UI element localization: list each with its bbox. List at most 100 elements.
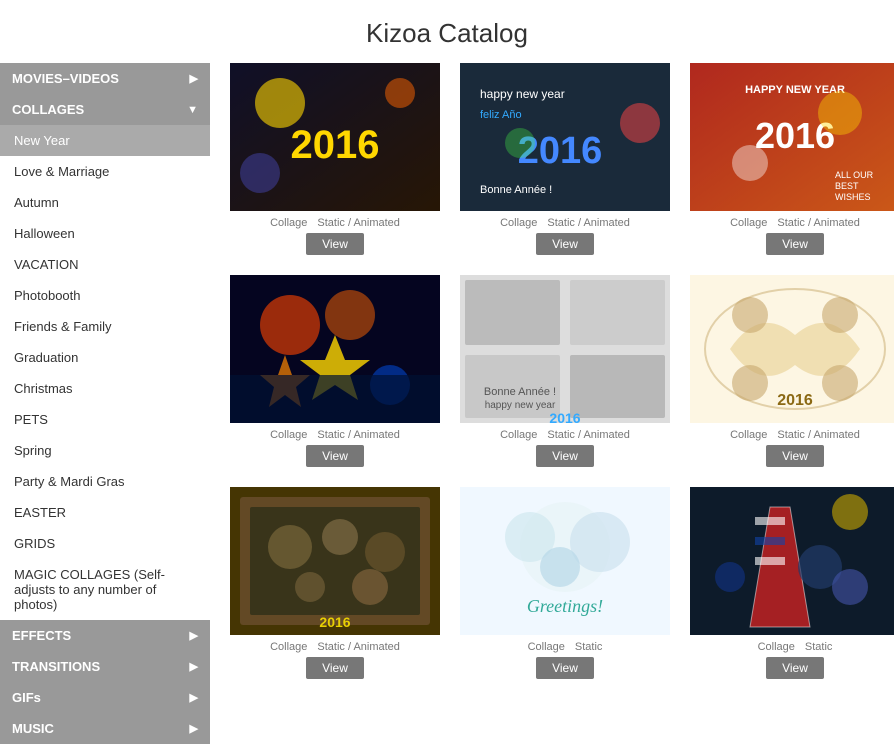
view-button-7[interactable]: View <box>306 657 364 679</box>
collage-image-8: Greetings! <box>460 487 670 635</box>
arrow-icon: ▶ <box>190 722 198 735</box>
card-view-row: View <box>766 233 824 255</box>
view-button-5[interactable]: View <box>536 445 594 467</box>
svg-text:ALL OUR: ALL OUR <box>835 170 874 180</box>
card-type-label: Collage <box>758 641 795 653</box>
card-view-row: View <box>306 445 364 467</box>
card-view-row: View <box>536 233 594 255</box>
svg-text:happy new year: happy new year <box>480 87 565 101</box>
card-info-4: CollageStatic / Animated <box>270 429 400 441</box>
view-button-8[interactable]: View <box>536 657 594 679</box>
svg-text:WISHES: WISHES <box>835 192 871 202</box>
sidebar-label: EFFECTS <box>12 628 71 643</box>
svg-text:Bonne Année !: Bonne Année ! <box>480 184 552 196</box>
collage-card-3: HAPPY NEW YEAR 2016 ALL OUR BEST WISHES … <box>690 63 894 255</box>
collage-card-7: 2016 CollageStatic / AnimatedView <box>230 487 440 679</box>
sidebar-label: Autumn <box>14 195 59 210</box>
card-info-1: Collage Static / Animated <box>270 217 400 229</box>
sidebar: MOVIES–VIDEOS▶COLLAGES▼ New Year Love & Ma… <box>0 63 210 744</box>
collage-image-7: 2016 <box>230 487 440 635</box>
card-info-6: Collage Static / Animated <box>730 429 860 441</box>
view-button-4[interactable]: View <box>306 445 364 467</box>
sidebar-label: Party & Mardi Gras <box>14 474 125 489</box>
sidebar-item-vacation[interactable]: VACATION <box>0 249 210 280</box>
card-animation-type: Static <box>805 641 833 653</box>
sidebar-item-love-marriage[interactable]: Love & Marriage <box>0 156 210 187</box>
card-view-row: View <box>536 657 594 679</box>
svg-text:feliz Año: feliz Año <box>480 109 522 121</box>
page-title: Kizoa Catalog <box>0 0 894 63</box>
card-animation-type: Static / Animated <box>547 429 630 441</box>
sidebar-label: Love & Marriage <box>14 164 109 179</box>
svg-text:Bonne Année !: Bonne Année ! <box>484 386 556 398</box>
card-view-row: View <box>766 445 824 467</box>
svg-text:Greetings!: Greetings! <box>527 596 603 616</box>
card-type-label: Collage <box>500 429 537 441</box>
card-info-9: Collage Static <box>758 641 833 653</box>
collage-card-4: CollageStatic / Animated View <box>230 275 440 467</box>
card-animation-type: Static / Animated <box>317 641 400 653</box>
collage-image-2: happy new year feliz Año 2016 Bonne Anné… <box>460 63 670 211</box>
collage-image-3: HAPPY NEW YEAR 2016 ALL OUR BEST WISHES <box>690 63 894 211</box>
card-type-label: Collage <box>270 429 307 441</box>
sidebar-item-spring[interactable]: Spring <box>0 435 210 466</box>
view-button-2[interactable]: View <box>536 233 594 255</box>
sidebar-item-grids[interactable]: GRIDS <box>0 528 210 559</box>
sidebar-label: MAGIC COLLAGES (Self-adjusts to any numb… <box>14 567 198 612</box>
sidebar-label: Friends & Family <box>14 319 112 334</box>
sidebar-label: EASTER <box>14 505 66 520</box>
view-button-1[interactable]: View <box>306 233 364 255</box>
svg-text:2016: 2016 <box>549 410 580 423</box>
sidebar-item-new-year[interactable]: New Year <box>0 125 210 156</box>
card-animation-type: Static / Animated <box>777 217 860 229</box>
sidebar-item-effects[interactable]: EFFECTS ▶ <box>0 620 210 651</box>
card-info-5: Collage Static / Animated <box>500 429 630 441</box>
sidebar-item-magic-collages[interactable]: MAGIC COLLAGES (Self-adjusts to any numb… <box>0 559 210 620</box>
sidebar-label: COLLAGES <box>12 102 84 117</box>
collage-image-9 <box>690 487 894 635</box>
sidebar-item-collages[interactable]: COLLAGES▼ <box>0 94 210 125</box>
card-view-row: View <box>766 657 824 679</box>
sidebar-item-autumn[interactable]: Autumn <box>0 187 210 218</box>
collage-card-5: 2016 Bonne Année ! happy new year Collag… <box>460 275 670 467</box>
card-type-label: Collage <box>500 217 537 229</box>
sidebar-item-movies[interactable]: MOVIES–VIDEOS▶ <box>0 63 210 94</box>
sidebar-item-halloween[interactable]: Halloween <box>0 218 210 249</box>
card-animation-type: Static <box>575 641 603 653</box>
card-animation-type: Static / Animated <box>547 217 630 229</box>
sidebar-item-easter[interactable]: EASTER <box>0 497 210 528</box>
card-animation-type: Static / Animated <box>777 429 860 441</box>
sidebar-item-friends-family[interactable]: Friends & Family <box>0 311 210 342</box>
arrow-icon: ▶ <box>190 629 198 642</box>
collage-image-5: 2016 Bonne Année ! happy new year <box>460 275 670 423</box>
sidebar-label: PETS <box>14 412 48 427</box>
sidebar-item-music[interactable]: MUSIC ▶ <box>0 713 210 744</box>
sidebar-label: Photobooth <box>14 288 81 303</box>
sidebar-item-graduation[interactable]: Graduation <box>0 342 210 373</box>
main-content: 2016 CollageStatic / AnimatedView happy … <box>210 63 894 744</box>
sidebar-item-pets[interactable]: PETS <box>0 404 210 435</box>
card-animation-type: Static / Animated <box>317 217 400 229</box>
sidebar-item-party-mardi-gras[interactable]: Party & Mardi Gras <box>0 466 210 497</box>
card-type-label: Collage <box>730 217 767 229</box>
sidebar-item-transitions[interactable]: TRANSITIONS▶ <box>0 651 210 682</box>
sidebar-label: GIFs <box>12 690 41 705</box>
sidebar-item-christmas[interactable]: Christmas <box>0 373 210 404</box>
svg-text:2016: 2016 <box>777 392 813 409</box>
card-info-3: Collage Static / Animated <box>730 217 860 229</box>
card-type-label: Collage <box>730 429 767 441</box>
view-button-9[interactable]: View <box>766 657 824 679</box>
card-info-2: Collage Static / Animated <box>500 217 630 229</box>
collage-card-2: happy new year feliz Año 2016 Bonne Anné… <box>460 63 670 255</box>
view-button-6[interactable]: View <box>766 445 824 467</box>
sidebar-label: MUSIC <box>12 721 54 736</box>
collage-card-9: Collage Static View <box>690 487 894 679</box>
sidebar-label: New Year <box>14 133 70 148</box>
view-button-3[interactable]: View <box>766 233 824 255</box>
card-type-label: Collage <box>270 217 307 229</box>
svg-text:BEST: BEST <box>835 181 859 191</box>
collage-card-1: 2016 CollageStatic / AnimatedView <box>230 63 440 255</box>
sidebar-item-gifs[interactable]: GIFs▶ <box>0 682 210 713</box>
arrow-icon: ▶ <box>190 660 198 673</box>
sidebar-item-photobooth[interactable]: Photobooth <box>0 280 210 311</box>
